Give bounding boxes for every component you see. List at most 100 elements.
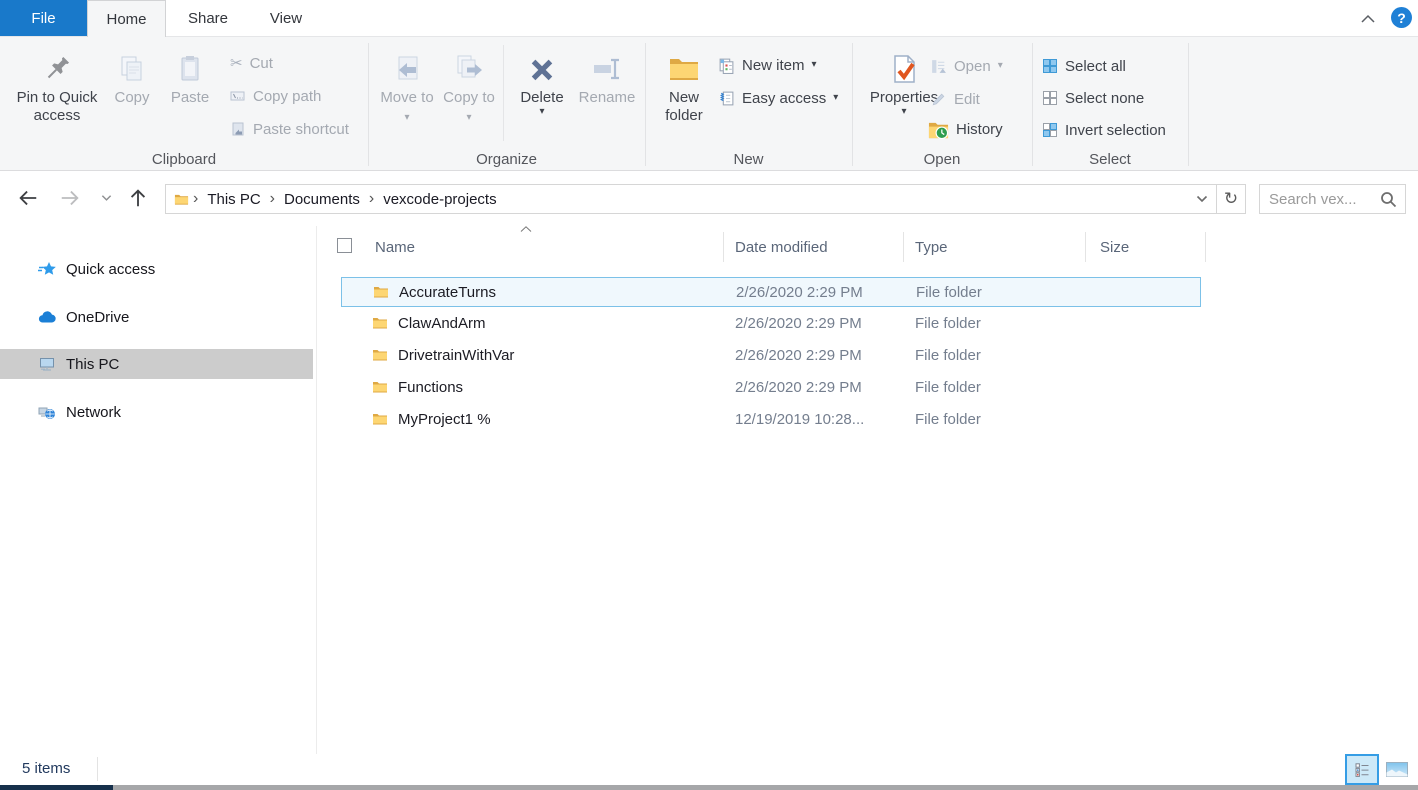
file-type: File folder [916,284,982,301]
breadcrumb-chevron-icon: › [190,190,201,208]
column-divider[interactable] [1085,232,1086,262]
copy-label: Copy [114,89,149,107]
column-header-date-modified[interactable]: Date modified [735,239,828,256]
file-date-modified: 2/26/2020 2:29 PM [736,284,863,301]
table-row[interactable]: ClawAndArm 2/26/2020 2:29 PM File folder [341,309,1201,339]
delete-button[interactable]: Delete ▾ [514,43,570,117]
copy-icon [116,49,148,89]
folder-icon [371,347,389,367]
select-all-button[interactable]: Select all [1042,52,1126,80]
tab-view[interactable]: View [250,0,322,36]
cut-button[interactable]: ✂ Cut [230,49,273,77]
invert-selection-button[interactable]: Invert selection [1042,116,1166,144]
folder-icon [371,379,389,399]
easy-access-label: Easy access [742,90,826,107]
group-divider [368,43,369,166]
cut-label: Cut [250,55,273,72]
forward-button[interactable] [56,183,84,213]
history-button[interactable]: History [928,115,1003,143]
file-type: File folder [915,315,981,332]
breadcrumb[interactable]: › This PC › Documents › vexcode-projects… [165,184,1246,214]
paste-shortcut-button[interactable]: Paste shortcut [230,115,349,143]
rename-button[interactable]: Rename [576,43,638,107]
select-none-button[interactable]: Select none [1042,84,1144,112]
address-bar: › This PC › Documents › vexcode-projects… [0,171,1418,226]
folder-icon [371,411,389,431]
thumbnails-view-button[interactable] [1380,754,1414,785]
sidebar-item-onedrive[interactable]: OneDrive [0,302,313,332]
column-divider[interactable] [723,232,724,262]
help-button[interactable]: ? [1391,7,1412,28]
column-header-name[interactable]: Name [375,239,415,256]
breadcrumb-item-vexcode-projects[interactable]: vexcode-projects [377,191,502,208]
file-type: File folder [915,347,981,364]
up-button[interactable] [124,183,152,213]
sidebar-item-label: Network [66,404,121,421]
back-arrow-icon [16,187,40,209]
details-view-button[interactable] [1345,754,1379,785]
move-to-button[interactable]: Move to ▾ [380,43,434,125]
tab-share[interactable]: Share [166,0,250,36]
dropdown-caret: ▾ [833,93,838,103]
breadcrumb-item-documents[interactable]: Documents [278,191,366,208]
file-name: MyProject1 % [398,411,491,428]
back-button[interactable] [14,183,42,213]
column-divider[interactable] [903,232,904,262]
address-folder-icon [166,192,190,207]
column-header-type[interactable]: Type [915,239,948,256]
tab-home[interactable]: Home [87,0,166,37]
column-header-size[interactable]: Size [1100,239,1129,256]
new-item-icon [718,57,735,74]
column-divider[interactable] [1205,232,1206,262]
file-date-modified: 2/26/2020 2:29 PM [735,379,862,396]
table-row[interactable]: DrivetrainWithVar 2/26/2020 2:29 PM File… [341,341,1201,371]
easy-access-button[interactable]: Easy access ▾ [718,84,838,112]
breadcrumb-item-this-pc[interactable]: This PC [201,191,266,208]
sidebar-item-network[interactable]: Network [0,397,313,427]
copy-button[interactable]: Copy [106,43,158,107]
address-dropdown-button[interactable] [1196,195,1208,203]
properties-icon [888,49,920,89]
copy-to-label: Copy to ▾ [442,89,496,125]
select-all-icon [1042,58,1058,74]
edit-icon [930,91,947,108]
invert-selection-label: Invert selection [1065,122,1166,139]
pin-to-quick-access-button[interactable]: Pin to Quick access [12,43,102,125]
recent-locations-button[interactable] [96,183,116,213]
invert-selection-icon [1042,122,1058,138]
pin-icon [41,49,73,89]
select-all-checkbox[interactable] [337,238,352,253]
edit-button[interactable]: Edit [930,85,980,113]
new-folder-button[interactable]: New folder [654,43,714,125]
paste-button[interactable]: Paste [162,43,218,107]
search-icon[interactable] [1372,191,1405,208]
up-arrow-icon [127,186,149,210]
copy-to-button[interactable]: Copy to ▾ [442,43,496,125]
sidebar-item-this-pc[interactable]: This PC [0,349,313,379]
details-view-icon [1354,762,1370,778]
table-row[interactable]: MyProject1 % 12/19/2019 10:28... File fo… [341,405,1201,435]
chevron-down-icon [101,194,112,202]
open-button[interactable]: Open ▾ [930,52,1003,80]
refresh-button[interactable]: ↻ [1217,189,1245,209]
tab-file[interactable]: File [0,0,87,36]
new-item-button[interactable]: New item ▾ [718,51,817,79]
onedrive-icon [38,308,58,326]
sidebar-item-label: This PC [66,356,119,373]
file-name: Functions [398,379,463,396]
folder-icon [371,315,389,335]
file-type: File folder [915,411,981,428]
rename-icon [591,49,623,89]
minimize-ribbon-button[interactable] [1360,10,1382,26]
forward-arrow-icon [58,187,82,209]
search-input[interactable] [1260,191,1372,208]
copy-path-button[interactable]: Copy path [230,82,321,110]
this-pc-icon [38,355,58,373]
sidebar-item-quick-access[interactable]: Quick access [0,254,313,284]
table-row[interactable]: Functions 2/26/2020 2:29 PM File folder [341,373,1201,403]
table-row[interactable]: AccurateTurns 2/26/2020 2:29 PM File fol… [341,277,1201,307]
status-bar: 5 items [0,754,1418,785]
sidebar-item-label: Quick access [66,261,155,278]
dropdown-caret: ▾ [404,112,409,123]
select-none-icon [1042,90,1058,106]
